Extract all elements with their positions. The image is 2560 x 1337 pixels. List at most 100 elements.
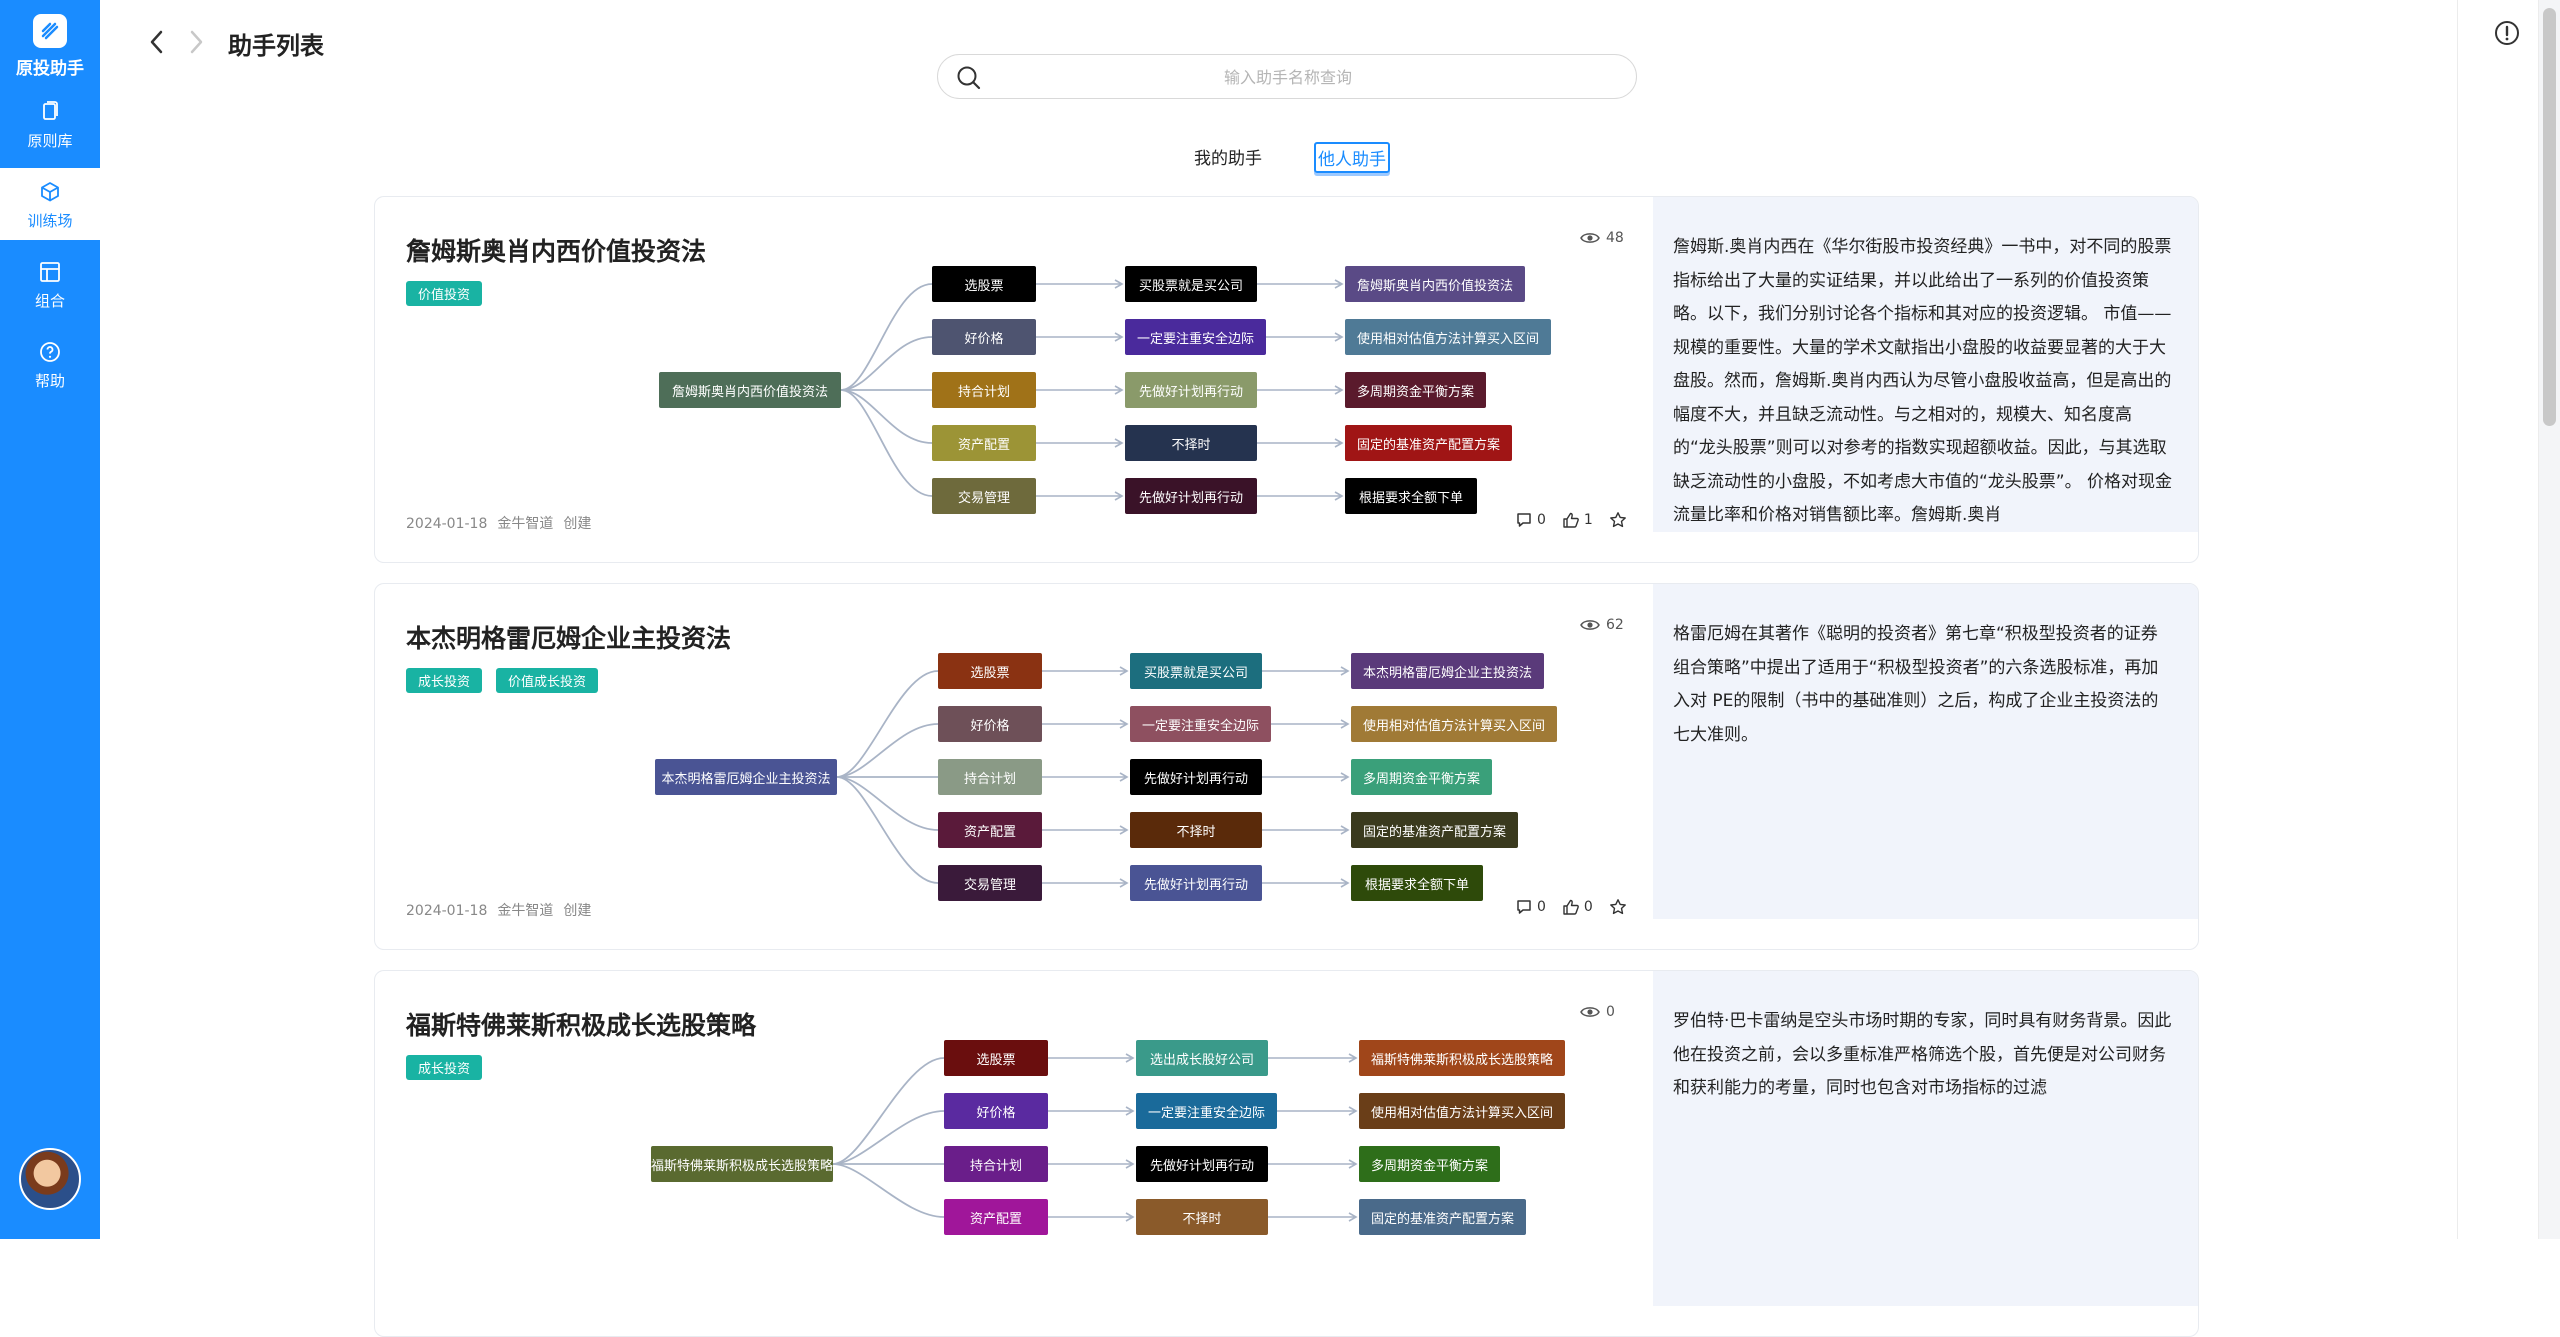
mindmap-node[interactable]: 好价格 [938,706,1042,742]
sidebar: 原投助手 原则库 训练场 组合 帮助 [0,0,100,1239]
mindmap-root-node[interactable]: 本杰明格雷厄姆企业主投资法 [655,759,837,795]
mindmap-node[interactable]: 不择时 [1136,1199,1268,1235]
mindmap-node[interactable]: 资产配置 [938,812,1042,848]
mindmap-node[interactable]: 先做好计划再行动 [1136,1146,1268,1182]
mindmap-node[interactable]: 根据要求全额下单 [1345,478,1477,514]
back-arrow-icon[interactable] [146,28,168,56]
mindmap-node[interactable]: 选股票 [938,653,1042,689]
mindmap-arrow [1257,491,1344,501]
tab-my-assistants[interactable]: 我的助手 [1192,142,1264,171]
mindmap-node[interactable]: 使用相对估值方法计算买入区间 [1359,1093,1566,1129]
mindmap-node[interactable]: 使用相对估值方法计算买入区间 [1351,706,1558,742]
like-button[interactable]: 1 [1562,511,1593,529]
mindmap-node[interactable]: 固定的基准资产配置方案 [1351,812,1519,848]
mindmap-arrow [1042,878,1129,888]
mindmap-node[interactable]: 先做好计划再行动 [1130,865,1262,901]
tag-badge: 价值投资 [406,281,483,306]
card-title[interactable]: 福斯特佛莱斯积极成长选股策略 [406,1006,756,1042]
assistant-card[interactable]: 詹姆斯奥肖内西价值投资法 选股票 买股票就是买公司 詹姆斯奥肖内西价值投资法 好价格 一定… [374,196,2199,563]
mindmap-arrow [1036,491,1124,501]
mindmap-node[interactable]: 根据要求全额下单 [1351,865,1483,901]
mindmap-arrow [1048,1106,1135,1116]
card-meta: 2024-01-18 金牛智道 创建 [406,900,601,920]
comment-button[interactable]: 0 [1515,511,1546,529]
mindmap-node[interactable]: 买股票就是买公司 [1130,653,1262,689]
mindmap-node[interactable]: 不择时 [1130,812,1262,848]
mindmap-node[interactable]: 一定要注重安全边际 [1125,319,1267,355]
search-bar[interactable] [937,54,1637,99]
sidebar-item-label: 组合 [34,292,65,310]
tab-others-assistants[interactable]: 他人助手 [1314,142,1390,173]
mindmap-node[interactable]: 持合计划 [938,759,1042,795]
assistant-card[interactable]: 本杰明格雷厄姆企业主投资法 选股票 买股票就是买公司 本杰明格雷厄姆企业主投资法 好价格… [374,583,2199,950]
scrollbar-thumb[interactable] [2543,8,2556,426]
avatar[interactable] [19,1148,81,1210]
mindmap-node[interactable]: 固定的基准资产配置方案 [1345,425,1513,461]
brand[interactable]: 原投助手 [0,14,100,79]
panel-divider [2457,0,2458,1239]
card-actions: 00 [1515,898,1627,916]
mindmap-arrow [1268,1212,1358,1222]
view-count-value: 48 [1606,230,1624,246]
mindmap-node[interactable]: 选出成长股好公司 [1136,1040,1268,1076]
help-icon [40,342,60,362]
mindmap-node[interactable]: 福斯特佛莱斯积极成长选股策略 [1359,1040,1566,1076]
forward-arrow-icon[interactable] [185,28,207,56]
mindmap-arrow [1036,385,1124,395]
mindmap-node[interactable]: 买股票就是买公司 [1125,266,1257,302]
mindmap-node[interactable]: 先做好计划再行动 [1130,759,1262,795]
card-title[interactable]: 本杰明格雷厄姆企业主投资法 [406,619,731,655]
mindmap-node[interactable]: 持合计划 [932,372,1036,408]
favorite-button[interactable] [1609,511,1627,529]
mindmap-arrow [1257,385,1344,395]
mindmap-node[interactable]: 先做好计划再行动 [1125,372,1257,408]
sidebar-item-training[interactable]: 训练场 [0,168,100,240]
view-count: 62 [1580,617,1624,633]
mindmap-node[interactable]: 多周期资金平衡方案 [1351,759,1493,795]
mindmap-node[interactable]: 使用相对估值方法计算买入区间 [1345,319,1552,355]
thumbs-up-icon [1563,512,1579,528]
author-name: 金牛智道 [497,516,554,532]
mindmap-node[interactable]: 一定要注重安全边际 [1130,706,1272,742]
sidebar-item-portfolio[interactable]: 组合 [0,248,100,320]
mindmap-root-node[interactable]: 詹姆斯奥肖内西价值投资法 [659,372,841,408]
mindmap-node[interactable]: 本杰明格雷厄姆企业主投资法 [1351,653,1545,689]
eye-icon [1580,1007,1600,1017]
mindmap-edge [836,776,939,884]
mindmap-node[interactable]: 不择时 [1125,425,1257,461]
mindmap-node[interactable]: 选股票 [932,266,1036,302]
mindmap-edge [832,1057,945,1165]
mindmap-node[interactable]: 好价格 [944,1093,1048,1129]
tag-badge: 成长投资 [406,1055,483,1080]
favorite-button[interactable] [1609,898,1627,916]
mindmap-arrow [1257,332,1344,342]
mindmap-arrow [1036,332,1124,342]
mindmap-node[interactable]: 先做好计划再行动 [1125,478,1257,514]
mindmap-node[interactable]: 交易管理 [938,865,1042,901]
mindmap-node[interactable]: 多周期资金平衡方案 [1359,1146,1501,1182]
comment-count: 0 [1537,899,1546,915]
sidebar-item-principles[interactable]: 原则库 [0,88,100,160]
mindmap-node[interactable]: 持合计划 [944,1146,1048,1182]
mindmap-node[interactable]: 多周期资金平衡方案 [1345,372,1487,408]
mindmap-arrow [1048,1212,1135,1222]
mindmap-arrow [1042,772,1129,782]
scrollbar[interactable] [2538,0,2560,1239]
mindmap-node[interactable]: 选股票 [944,1040,1048,1076]
mindmap-node[interactable]: 交易管理 [932,478,1036,514]
mindmap-node[interactable]: 一定要注重安全边际 [1136,1093,1278,1129]
info-icon[interactable] [2493,19,2521,47]
mindmap-node[interactable]: 资产配置 [932,425,1036,461]
mindmap-root-node[interactable]: 福斯特佛莱斯积极成长选股策略 [651,1146,833,1182]
card-title[interactable]: 詹姆斯奥肖内西价值投资法 [406,232,706,268]
assistant-card[interactable]: 福斯特佛莱斯积极成长选股策略 选股票 选出成长股好公司 福斯特佛莱斯积极成长选股策略好… [374,970,2199,1337]
search-input[interactable] [998,61,1578,93]
mindmap-node[interactable]: 詹姆斯奥肖内西价值投资法 [1345,266,1526,302]
mindmap-node[interactable]: 固定的基准资产配置方案 [1359,1199,1527,1235]
mindmap-node[interactable]: 资产配置 [944,1199,1048,1235]
like-button[interactable]: 0 [1562,898,1593,916]
mindmap-node[interactable]: 好价格 [932,319,1036,355]
layout-icon [40,262,60,282]
comment-button[interactable]: 0 [1515,898,1546,916]
sidebar-item-help[interactable]: 帮助 [0,328,100,400]
